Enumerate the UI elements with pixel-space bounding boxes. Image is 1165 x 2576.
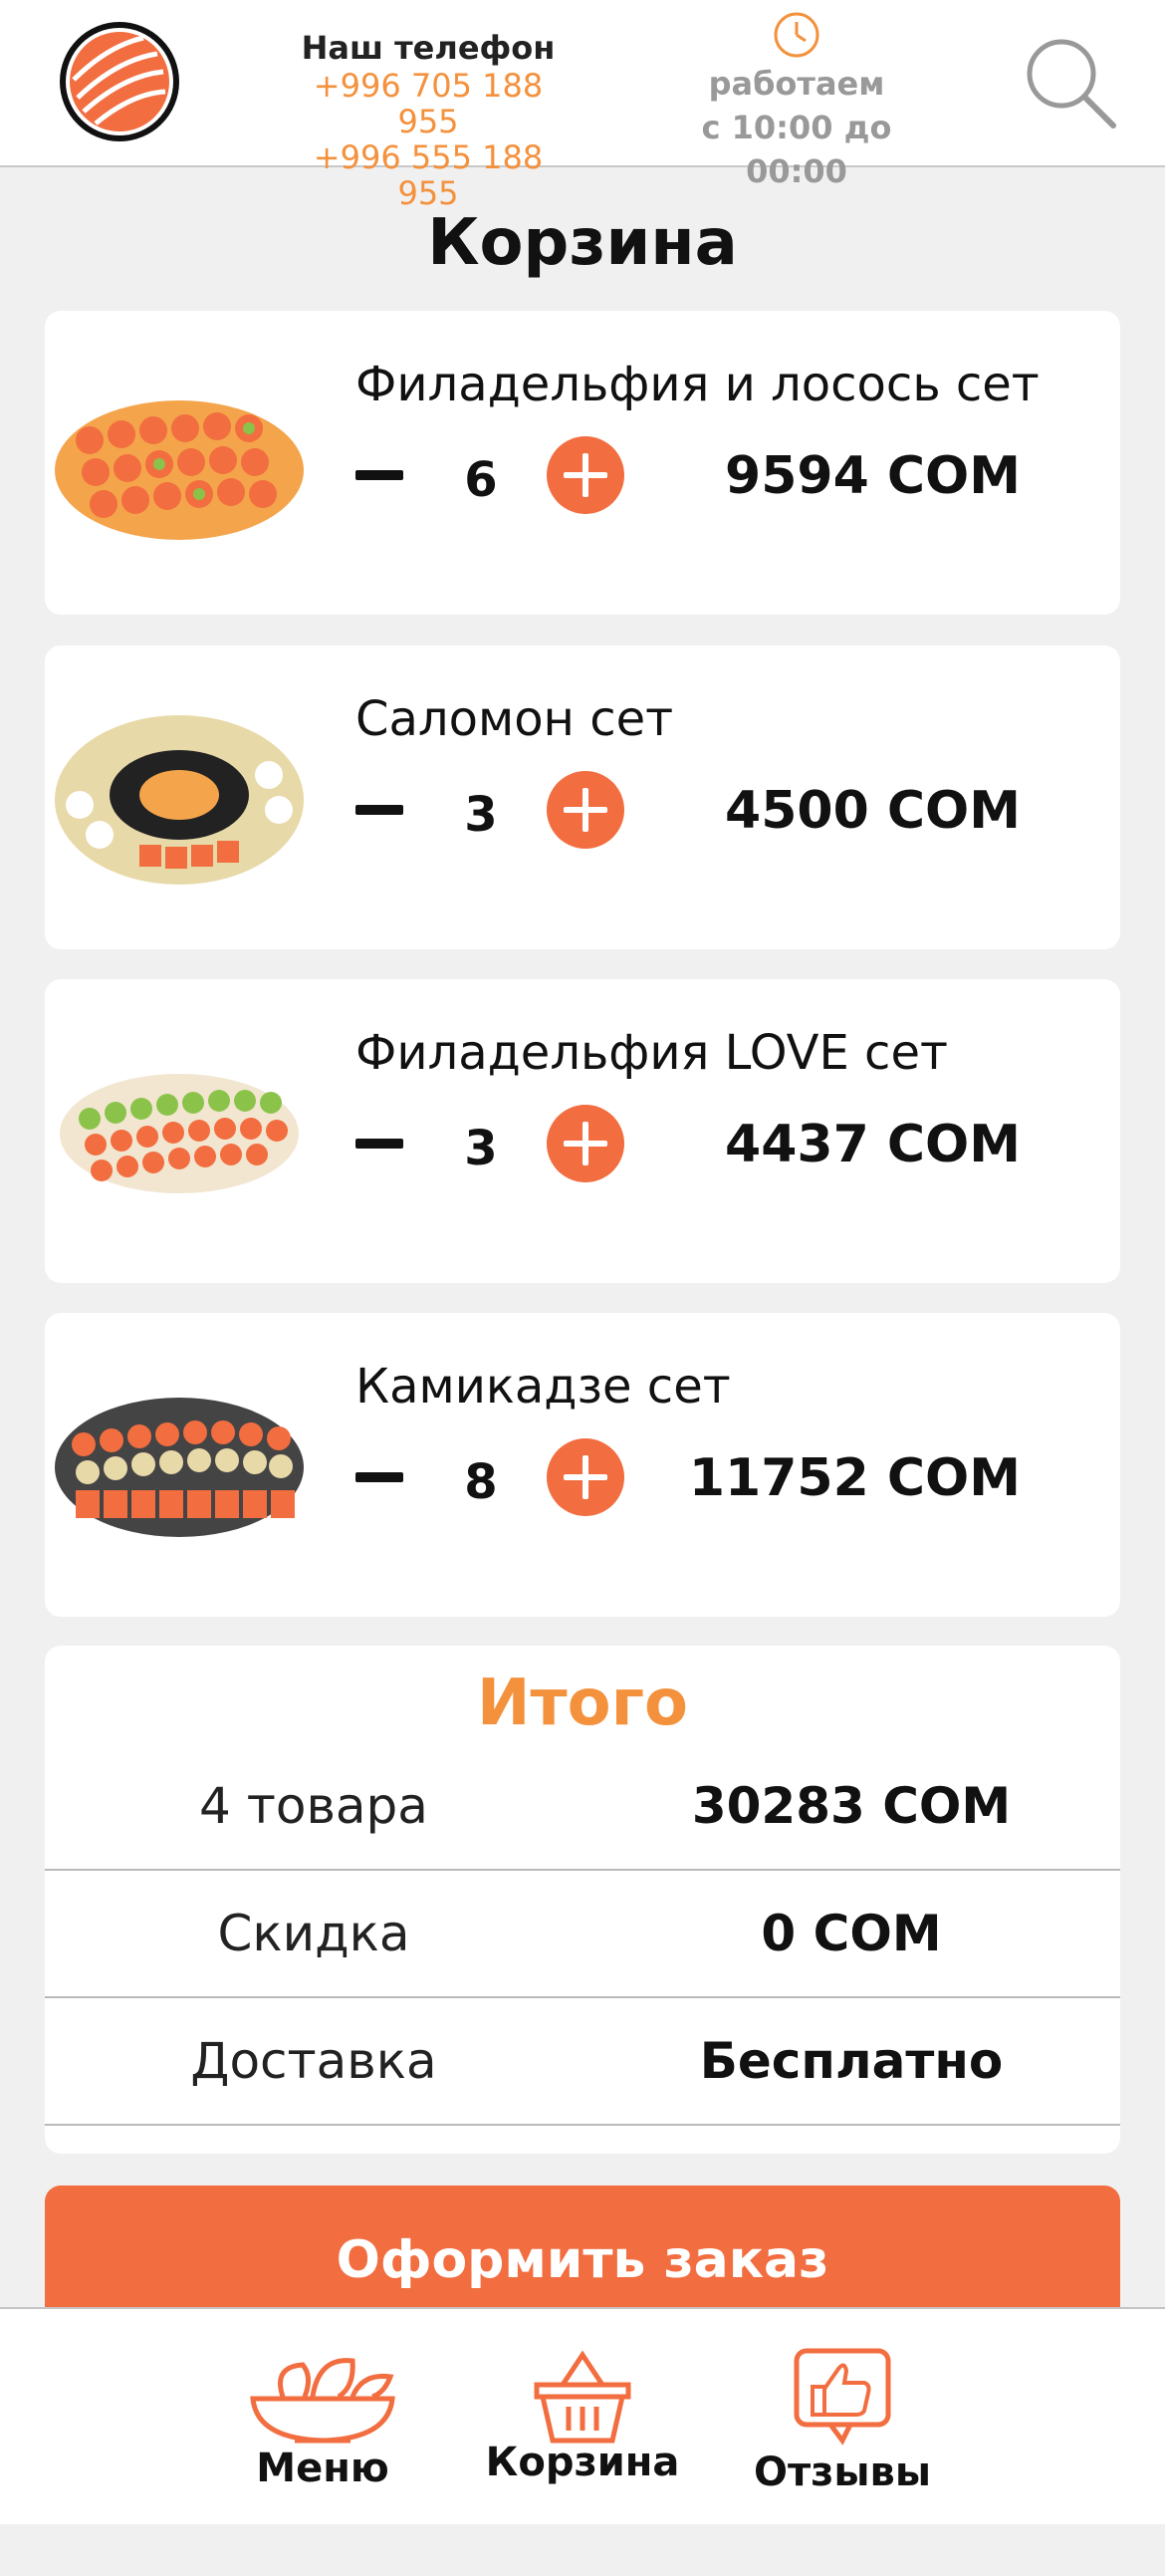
bottom-nav: Меню Корзина Отзывы: [0, 2307, 1165, 2524]
working-hours: работаем с 10:00 до 00:00: [657, 10, 936, 193]
summary-title: Итого: [476, 1667, 689, 1740]
nav-label: Отзывы: [753, 2449, 932, 2495]
summary-label: 4 товара: [199, 1777, 428, 1835]
quantity-value: 3: [464, 1121, 498, 1176]
item-name: Филадельфия и лосось сет: [355, 357, 1040, 412]
nav-item-reviews[interactable]: Отзывы: [743, 2309, 942, 2526]
logo-icon[interactable]: [58, 20, 181, 143]
increase-quantity-button[interactable]: [547, 1105, 624, 1182]
summary-label: Доставка: [190, 2032, 437, 2090]
thumbs-up-icon: [794, 2348, 891, 2446]
summary-row-discount: Скидка 0 СОМ: [45, 1871, 1120, 1998]
item-price: 11752 СОМ: [688, 1448, 1021, 1508]
minus-icon: [355, 1139, 403, 1149]
sushi-set-image: [60, 1074, 299, 1193]
item-price: 4437 СОМ: [725, 1115, 1021, 1174]
item-price: 9594 СОМ: [725, 446, 1021, 506]
sushi-set-image: [55, 400, 304, 540]
summary-row-items: 4 товара 30283 СОМ: [45, 1743, 1120, 1871]
decrease-quantity-button[interactable]: [344, 775, 415, 845]
summary-value: 30283 СОМ: [691, 1777, 1012, 1835]
cart-item: Саломон сет 3 4500 СОМ: [45, 645, 1120, 949]
hours-text: с 10:00 до 00:00: [701, 109, 892, 190]
decrease-quantity-button[interactable]: [344, 1442, 415, 1512]
phone-link[interactable]: +996 555 188 955: [289, 139, 568, 211]
contact-phones: Наш телефон +996 705 188 955 +996 555 18…: [289, 28, 568, 211]
summary-value: Бесплатно: [699, 2032, 1004, 2090]
sushi-set-image: [55, 1398, 304, 1537]
nav-label: Корзина: [485, 2440, 680, 2485]
item-name: Саломон сет: [355, 691, 674, 747]
minus-icon: [355, 1472, 403, 1482]
cart-item: Филадельфия и лосось сет 6 9594 СОМ: [45, 311, 1120, 615]
item-name: Камикадзе сет: [355, 1359, 731, 1415]
basket-icon: [534, 2350, 631, 2444]
decrease-quantity-button[interactable]: [344, 440, 415, 510]
item-name: Филадельфия LOVE сет: [355, 1025, 948, 1081]
quantity-value: 6: [464, 452, 498, 508]
phone-link[interactable]: +996 705 188 955: [289, 68, 568, 139]
header: Наш телефон +996 705 188 955 +996 555 18…: [0, 0, 1165, 211]
increase-quantity-button[interactable]: [547, 436, 624, 514]
page-title: Корзина: [427, 206, 738, 280]
cart-item: Филадельфия LOVE сет 3 4437 СОМ: [45, 979, 1120, 1283]
quantity-value: 3: [464, 787, 498, 843]
clock-icon: [774, 12, 819, 58]
minus-icon: [355, 470, 403, 480]
decrease-quantity-button[interactable]: [344, 1109, 415, 1178]
item-price: 4500 СОМ: [725, 781, 1021, 841]
nav-item-cart[interactable]: Корзина: [483, 2309, 682, 2526]
nav-label: Меню: [256, 2446, 389, 2491]
cart-item: Камикадзе сет 8 11752 СОМ: [45, 1313, 1120, 1617]
phone-title: Наш телефон: [301, 29, 556, 67]
summary-label: Скидка: [217, 1905, 410, 1962]
search-icon[interactable]: [1020, 32, 1119, 131]
increase-quantity-button[interactable]: [547, 771, 624, 849]
quantity-value: 8: [464, 1454, 498, 1510]
sushi-set-image: [55, 715, 304, 885]
minus-icon: [355, 805, 403, 815]
hours-label: работаем: [708, 65, 885, 103]
summary-value: 0 СОМ: [761, 1905, 942, 1962]
nav-item-menu[interactable]: Меню: [223, 2309, 422, 2526]
increase-quantity-button[interactable]: [547, 1438, 624, 1516]
summary-row-delivery: Доставка Бесплатно: [45, 1998, 1120, 2126]
salad-bowl-icon: [250, 2358, 395, 2444]
order-summary: Итого 4 товара 30283 СОМ Скидка 0 СОМ До…: [45, 1646, 1120, 2154]
